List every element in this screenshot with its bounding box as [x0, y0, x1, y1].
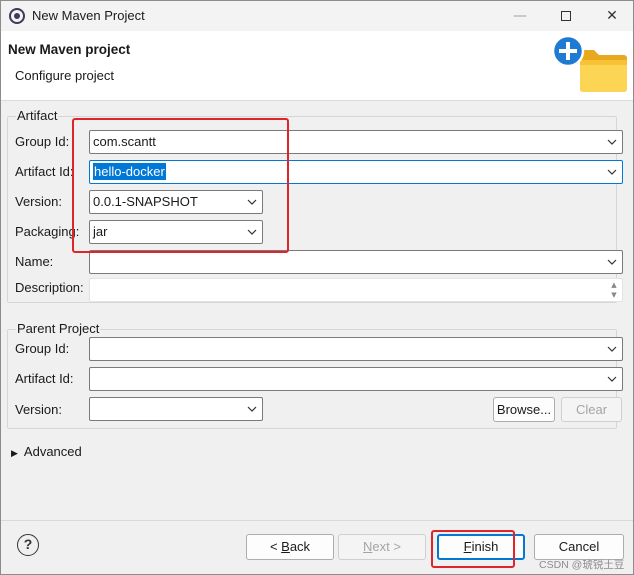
version-label: Version:: [15, 194, 62, 209]
description-textarea[interactable]: ▲ ▼: [89, 278, 623, 302]
chevron-down-icon[interactable]: [605, 251, 619, 273]
new-maven-project-dialog: New Maven Project — ✕ New Maven project …: [0, 0, 634, 575]
close-button[interactable]: ✕: [589, 1, 633, 31]
page-subtitle: Configure project: [15, 68, 114, 83]
advanced-label: Advanced: [23, 444, 82, 459]
title-bar: New Maven Project — ✕: [1, 1, 633, 31]
advanced-expander[interactable]: ▶ Advanced: [11, 444, 82, 459]
parent-group-id-label: Group Id:: [15, 341, 70, 356]
chevron-down-icon[interactable]: [605, 131, 619, 153]
description-label: Description:: [15, 280, 84, 295]
wizard-header: New Maven project Configure project: [1, 31, 633, 101]
chevron-down-icon[interactable]: [245, 398, 259, 420]
browse-button[interactable]: Browse...: [493, 397, 555, 422]
parent-version-label: Version:: [15, 402, 62, 417]
window-title: New Maven Project: [32, 8, 145, 23]
next-button[interactable]: Next >: [338, 534, 426, 560]
highlight-box-artifact: [72, 118, 289, 253]
packaging-label: Packaging:: [15, 224, 80, 239]
page-title: New Maven project: [8, 42, 131, 57]
name-label: Name:: [15, 254, 54, 269]
parent-project-legend: Parent Project: [16, 321, 101, 336]
new-folder-icon: [551, 34, 627, 92]
back-mnemonic: B: [281, 539, 290, 554]
next-label: ext >: [372, 539, 401, 554]
back-label: ack: [289, 539, 311, 554]
chevron-down-icon[interactable]: [605, 338, 619, 360]
back-prefix: <: [269, 539, 282, 554]
help-icon[interactable]: ?: [17, 534, 39, 556]
maximize-button[interactable]: [543, 1, 589, 31]
artifact-legend: Artifact: [16, 108, 59, 123]
artifact-id-label: Artifact Id:: [15, 164, 74, 179]
eclipse-app-icon: [9, 8, 25, 24]
maximize-icon: [561, 11, 571, 21]
expand-triangle-icon: ▶: [11, 449, 18, 459]
parent-artifact-id-combo[interactable]: [89, 367, 623, 391]
parent-version-combo[interactable]: [89, 397, 263, 421]
chevron-down-icon[interactable]: [605, 161, 619, 183]
back-button[interactable]: < Back: [246, 534, 334, 560]
next-mnemonic: N: [363, 539, 373, 554]
parent-artifact-id-label: Artifact Id:: [15, 371, 74, 386]
chevron-down-icon[interactable]: [605, 368, 619, 390]
footer-separator: [1, 520, 633, 521]
watermark-text: CSDN @琥锐土豆: [539, 559, 625, 571]
scroll-arrows-icon[interactable]: ▲ ▼: [608, 280, 620, 300]
parent-group-id-combo[interactable]: [89, 337, 623, 361]
minimize-button[interactable]: —: [497, 1, 543, 31]
group-id-label: Group Id:: [15, 134, 70, 149]
highlight-box-finish: [431, 530, 515, 568]
clear-button[interactable]: Clear: [561, 397, 622, 422]
name-combo[interactable]: [89, 250, 623, 274]
